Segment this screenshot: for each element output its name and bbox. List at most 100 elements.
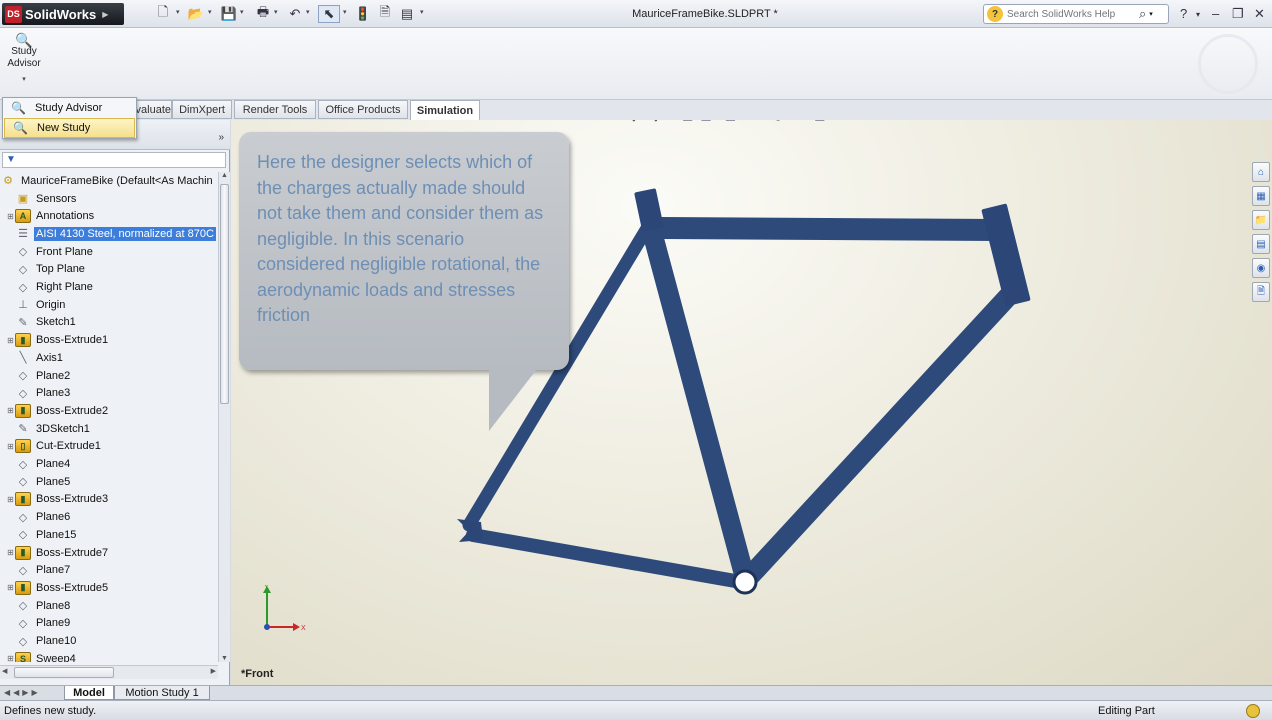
tab-scroll-arrows-icon[interactable]: ◀◀▶▶: [4, 688, 41, 697]
horizontal-scroll-thumb[interactable]: [14, 667, 114, 678]
open-dropdown-icon[interactable]: ▾: [208, 8, 212, 16]
tab-model[interactable]: Model: [64, 686, 114, 700]
print-dropdown-icon[interactable]: ▾: [274, 8, 278, 16]
tree-filter[interactable]: ▼: [2, 152, 226, 168]
expand-panel-icon[interactable]: »: [218, 132, 224, 143]
search-dropdown-icon[interactable]: ▾: [1149, 10, 1153, 18]
edit-appearance-icon[interactable]: ◉: [773, 120, 783, 124]
custom-properties-icon[interactable]: 🗎: [1252, 282, 1270, 302]
tree-item[interactable]: ◇ Top Plane: [0, 261, 218, 278]
tree-item[interactable]: ▣ Sensors: [0, 190, 218, 207]
tree-item[interactable]: ⊞ ▮ Boss-Extrude2: [0, 402, 218, 419]
tab-evaluate[interactable]: Evaluate: [136, 100, 172, 119]
tree-item[interactable]: ⊞ A Annotations: [0, 208, 218, 225]
zoom-to-fit-icon[interactable]: 🔍: [621, 120, 636, 124]
tree-item[interactable]: ╲ Axis1: [0, 349, 218, 366]
design-library-icon[interactable]: ▦: [1252, 186, 1270, 206]
options-icon[interactable]: ▤: [396, 5, 418, 23]
expand-icon[interactable]: ⊞: [6, 654, 15, 662]
section-view-icon[interactable]: ▥: [682, 120, 693, 124]
bottom-bracket[interactable]: [732, 569, 758, 595]
expand-icon[interactable]: ⊞: [6, 336, 15, 345]
new-dropdown-icon[interactable]: ▾: [176, 8, 180, 16]
solidworks-menu-button[interactable]: DS SolidWorks ▶: [2, 3, 124, 25]
doc-close-icon[interactable]: ✕: [1246, 120, 1264, 122]
print-icon[interactable]: 🖶: [252, 4, 274, 23]
previous-view-icon[interactable]: ↯: [665, 120, 675, 124]
help-search-input[interactable]: [1007, 8, 1137, 20]
tree-item[interactable]: ✎ Sketch1: [0, 314, 218, 331]
tab-motion-study-1[interactable]: Motion Study 1: [114, 686, 210, 700]
view-orientation-icon[interactable]: ◫▾: [700, 120, 717, 124]
search-icon[interactable]: ⌕: [1139, 6, 1146, 22]
down-tube[interactable]: [741, 278, 1026, 585]
tree-vertical-scrollbar[interactable]: ▲ ▼: [218, 172, 230, 662]
minimize-icon[interactable]: –: [1212, 6, 1219, 21]
tree-item[interactable]: ⊞ ▯ Cut-Extrude1: [0, 438, 218, 455]
file-explorer-icon[interactable]: 📁: [1252, 210, 1270, 230]
tree-item[interactable]: ◇ Front Plane: [0, 243, 218, 260]
doc-minimize-icon[interactable]: –: [1212, 120, 1227, 122]
expand-icon[interactable]: ⊞: [6, 406, 15, 415]
vertical-scroll-thumb[interactable]: [220, 184, 229, 404]
select-cursor-icon[interactable]: ⬉: [318, 5, 340, 23]
graphics-area[interactable]: 🔍 🔍 ↯ ▥ ◫▾ ◧▾ ⚇▾ ◉ ☘▾ ▦▾ –❐✕ ⌂ ▦ 📁 ▤ ◉ 🗎…: [231, 120, 1272, 685]
tree-item[interactable]: ⊞ ▮ Boss-Extrude3: [0, 491, 218, 508]
study-advisor-dropdown-icon[interactable]: ▾: [4, 74, 44, 86]
expand-icon[interactable]: ⊞: [6, 442, 15, 451]
new-document-icon[interactable]: 🗋: [152, 4, 174, 23]
rebuild-status-icon[interactable]: [1246, 704, 1260, 718]
tree-item[interactable]: ◇ Plane8: [0, 597, 218, 614]
expand-icon[interactable]: ⊞: [6, 495, 15, 504]
scroll-up-icon[interactable]: ▲: [221, 172, 228, 179]
tree-item[interactable]: ◇ Plane2: [0, 367, 218, 384]
menu-item-new-study[interactable]: 🔍 New Study: [4, 118, 135, 138]
tree-item[interactable]: ◇ Plane9: [0, 615, 218, 632]
doc-restore-icon[interactable]: ❐: [1227, 120, 1246, 122]
tree-horizontal-scrollbar[interactable]: ◀ ▶: [0, 665, 218, 679]
tab-office-products[interactable]: Office Products: [318, 100, 408, 119]
save-dropdown-icon[interactable]: ▾: [240, 8, 244, 16]
seat-tube[interactable]: [641, 218, 755, 588]
select-dropdown-icon[interactable]: ▾: [343, 8, 347, 16]
tree-root-part[interactable]: ⚙ MauriceFrameBike (Default<As Machin: [0, 172, 218, 189]
rear-dropout[interactable]: [457, 519, 483, 542]
restore-icon[interactable]: ❐: [1232, 6, 1244, 22]
view-palette-icon[interactable]: ▤: [1252, 234, 1270, 254]
chain-stay[interactable]: [466, 528, 748, 589]
scroll-right-icon[interactable]: ▶: [211, 667, 216, 675]
tree-item[interactable]: ◇ Plane10: [0, 633, 218, 650]
undo-icon[interactable]: ↶: [284, 5, 306, 23]
tree-item[interactable]: ✎ 3DSketch1: [0, 420, 218, 437]
open-folder-icon[interactable]: 📂: [185, 5, 207, 23]
save-icon[interactable]: 💾: [218, 5, 240, 23]
tab-simulation[interactable]: Simulation: [410, 100, 480, 120]
scroll-down-icon[interactable]: ▼: [221, 655, 228, 662]
tree-item[interactable]: ◇ Right Plane: [0, 279, 218, 296]
scroll-left-icon[interactable]: ◀: [2, 667, 7, 675]
tree-item[interactable]: ◇ Plane4: [0, 456, 218, 473]
tree-item[interactable]: ⊞ ▮ Boss-Extrude7: [0, 544, 218, 561]
tab-dimxpert[interactable]: DimXpert: [172, 100, 232, 119]
tree-item[interactable]: ⊞ S Sweep4: [0, 650, 218, 662]
rebuild-icon[interactable]: 🚦: [352, 5, 374, 23]
close-icon[interactable]: ✕: [1254, 6, 1265, 22]
file-properties-icon[interactable]: 🗎: [374, 4, 396, 23]
top-tube[interactable]: [650, 217, 1010, 241]
hide-show-items-icon[interactable]: ⚇▾: [749, 120, 766, 124]
solidworks-resources-icon[interactable]: ⌂: [1252, 162, 1270, 182]
zoom-to-area-icon[interactable]: 🔍: [643, 120, 658, 124]
help-dropdown-icon[interactable]: ▾: [1196, 10, 1200, 19]
tree-item[interactable]: ◇ Plane15: [0, 526, 218, 543]
expand-icon[interactable]: ⊞: [6, 212, 15, 221]
expand-icon[interactable]: ⊞: [6, 548, 15, 557]
menu-item-study-advisor[interactable]: 🔍 Study Advisor: [3, 98, 136, 118]
tree-item[interactable]: ☰ AISI 4130 Steel, normalized at 870C: [0, 225, 218, 242]
display-style-icon[interactable]: ◧▾: [725, 120, 742, 124]
tree-item[interactable]: ◇ Plane3: [0, 385, 218, 402]
tree-item[interactable]: ⊞ ▮ Boss-Extrude1: [0, 332, 218, 349]
tree-item[interactable]: ⊥ Origin: [0, 296, 218, 313]
view-settings-icon[interactable]: ▦▾: [814, 120, 831, 124]
tree-item[interactable]: ◇ Plane5: [0, 473, 218, 490]
tree-item[interactable]: ◇ Plane6: [0, 509, 218, 526]
